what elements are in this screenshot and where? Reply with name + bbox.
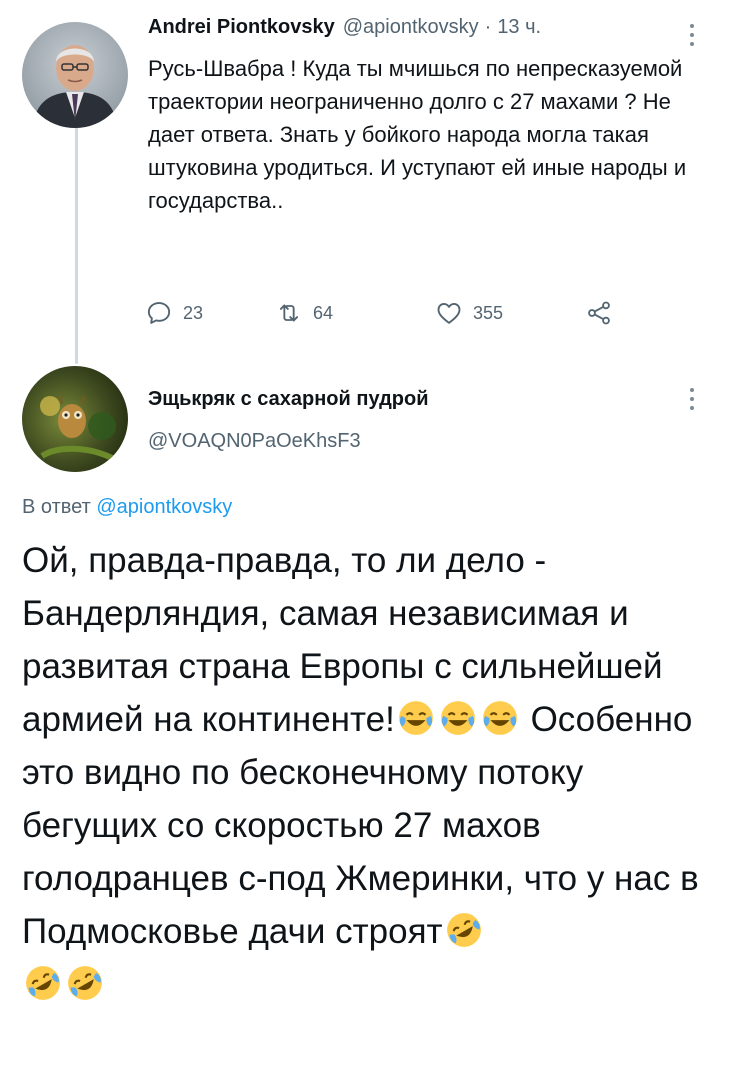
face-with-tears-of-joy-icon — [440, 701, 475, 735]
rolling-on-floor-laughing-icon — [26, 966, 60, 1000]
more-vertical-icon[interactable] — [686, 22, 698, 48]
author-name[interactable]: Эщькряк с сахарной пудрой — [148, 388, 429, 411]
face-with-tears-of-joy-icon — [482, 701, 517, 735]
retweet-count: 64 — [313, 302, 334, 323]
tweet-timestamp[interactable]: 13 ч. — [497, 16, 541, 39]
share-icon — [588, 301, 610, 325]
tweet-header: Andrei Piontkovsky @apiontkovsky · 13 ч. — [148, 16, 541, 39]
retweet-button[interactable]: 64 — [275, 295, 333, 331]
reply-context: В ответ @apiontkovsky — [22, 496, 232, 519]
author-name[interactable]: Andrei Piontkovsky — [148, 16, 335, 39]
reply-icon — [147, 302, 171, 324]
reply-prefix: В ответ — [22, 496, 91, 518]
like-count: 355 — [473, 302, 504, 323]
author-handle[interactable]: @VOAQN0PaOeKhsF3 — [148, 430, 361, 453]
reply-handle-link[interactable]: @apiontkovsky — [96, 496, 232, 518]
reply-button[interactable]: 23 — [145, 295, 203, 331]
retweet-icon — [279, 304, 299, 322]
avatar[interactable] — [22, 22, 128, 128]
share-button[interactable] — [585, 295, 613, 331]
avatar[interactable] — [22, 366, 128, 472]
tweet-text: Ой, правда-правда, то ли дело - Бандерля… — [22, 534, 722, 1011]
tweet-actions: 23 64 355 — [145, 295, 635, 331]
tweet-original: Andrei Piontkovsky @apiontkovsky · 13 ч.… — [0, 0, 735, 360]
rolling-on-floor-laughing-icon — [68, 966, 102, 1000]
rolling-on-floor-laughing-icon — [446, 913, 481, 947]
author-handle[interactable]: @apiontkovsky — [343, 16, 479, 39]
heart-icon — [437, 302, 461, 324]
face-with-tears-of-joy-icon — [398, 701, 433, 735]
separator-dot: · — [484, 16, 492, 38]
tweet-text: Русь-Швабра ! Куда ты мчишься по непреск… — [148, 56, 687, 213]
like-button[interactable]: 355 — [435, 295, 503, 331]
reply-count: 23 — [183, 302, 204, 323]
more-vertical-icon[interactable] — [686, 386, 698, 412]
